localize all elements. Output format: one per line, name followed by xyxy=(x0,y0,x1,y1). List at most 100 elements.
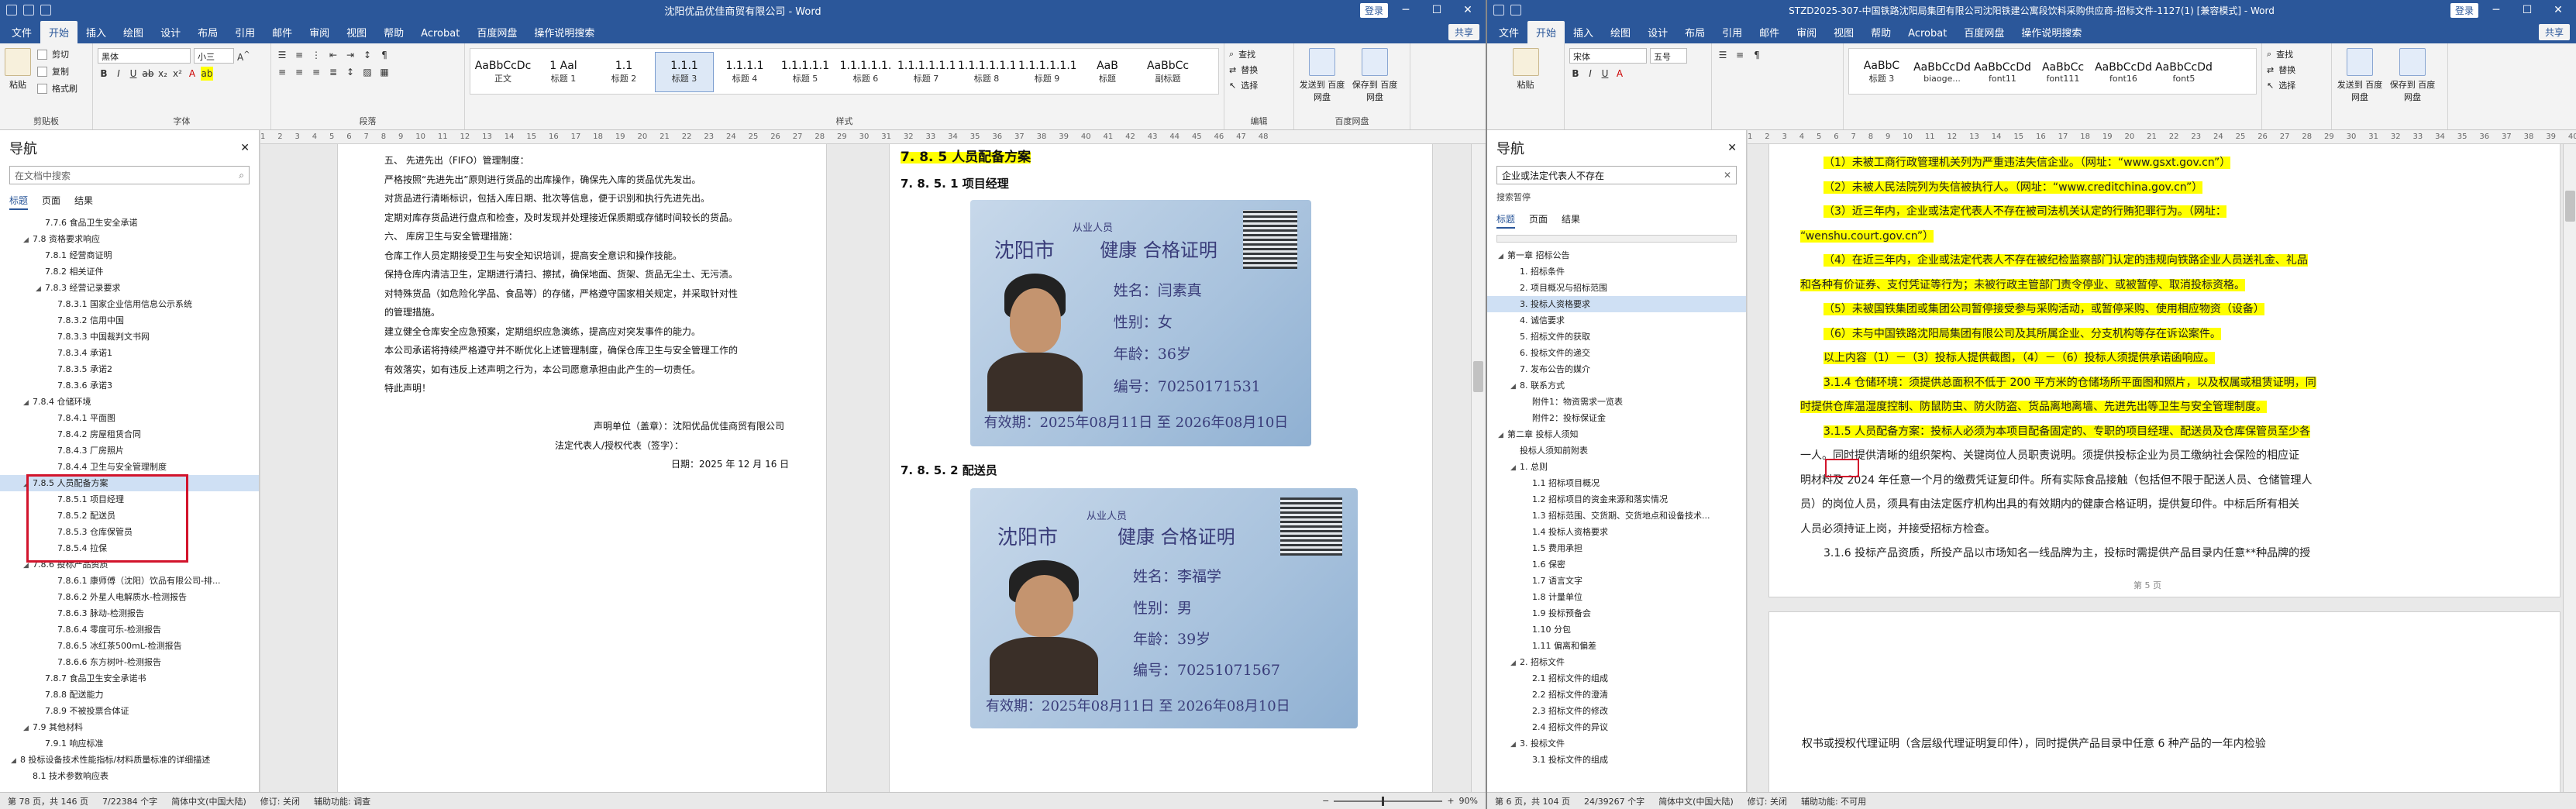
expand-arrow-icon[interactable]: ◢ xyxy=(1510,460,1520,475)
style-item[interactable]: 1.1.1.1.1 标题 5 xyxy=(776,52,835,92)
language[interactable]: 简体中文(中国大陆) xyxy=(1658,795,1734,807)
nav-heading-item[interactable]: 7.8.6.1 康师傅（沈阳）饮品有限公司-排... xyxy=(0,573,259,589)
save-to-baidu-button[interactable]: 保存到 百度网盘 xyxy=(2389,48,2436,115)
style-item[interactable]: 1.1 标题 2 xyxy=(594,52,653,92)
send-to-baidu-button[interactable]: 发送到 百度网盘 xyxy=(2337,48,2383,115)
style-item[interactable]: 1.1.1.1.1.1 标题 8 xyxy=(957,52,1016,92)
accessibility[interactable]: 辅助功能: 调查 xyxy=(314,795,370,807)
maximize-icon[interactable]: ☐ xyxy=(2514,4,2540,16)
paste-button[interactable]: 粘贴 xyxy=(1492,48,1559,91)
style-item[interactable]: 1.1.1.1 标题 4 xyxy=(715,52,774,92)
bold-button[interactable]: B xyxy=(98,67,110,81)
nav-heading-item[interactable]: 1.2 招标项目的资金来源和落实情况 xyxy=(1487,491,1746,508)
style-item[interactable]: 1.1.1.1.1. 标题 6 xyxy=(836,52,895,92)
nav-heading-item[interactable]: 7.8.2 相关证件 xyxy=(0,263,259,280)
ribbon-tab[interactable]: 视图 xyxy=(338,21,375,43)
save-icon[interactable] xyxy=(6,5,17,15)
nav-tab[interactable]: 标题 xyxy=(9,194,29,210)
nav-search-input[interactable]: 企业或法定代表人不存在 ✕ xyxy=(1496,166,1737,184)
nav-tab[interactable]: 页面 xyxy=(42,194,60,210)
send-to-baidu-button[interactable]: 发送到 百度网盘 xyxy=(1299,48,1345,115)
nav-heading-item[interactable]: 2. 项目概况与招标范围 xyxy=(1487,280,1746,296)
ribbon-tab[interactable]: 插入 xyxy=(77,21,115,43)
undo-icon[interactable] xyxy=(1510,5,1521,15)
line-spacing-icon[interactable]: ↕ xyxy=(344,65,356,79)
style-item[interactable]: AaBbC 标题 3 xyxy=(1852,52,1911,92)
style-item[interactable]: AaBbCc font111 xyxy=(2034,52,2092,92)
shading-icon[interactable]: ▨ xyxy=(361,65,374,79)
ribbon-tab[interactable]: 审阅 xyxy=(301,21,338,43)
ribbon-tab[interactable]: 操作说明搜索 xyxy=(525,21,603,43)
nav-heading-item[interactable]: ◢ 3. 投标文件 xyxy=(1487,735,1746,752)
numbering-icon[interactable]: ≡ xyxy=(293,48,305,62)
style-item[interactable]: AaB 标题 xyxy=(1078,52,1137,92)
zoom-in-icon[interactable]: + xyxy=(1447,796,1454,806)
close-nav-icon[interactable]: ✕ xyxy=(1727,142,1737,154)
nav-heading-item[interactable]: 7.8.6.3 脉动-检测报告 xyxy=(0,605,259,621)
expand-arrow-icon[interactable]: ◢ xyxy=(1510,379,1520,394)
replace-button[interactable]: ⇄ 替换 xyxy=(1229,64,1289,76)
nav-heading-item[interactable]: ◢ 2. 招标文件 xyxy=(1487,654,1746,670)
redo-icon[interactable] xyxy=(40,5,51,15)
nav-heading-item[interactable]: 3. 投标人资格要求 xyxy=(1487,296,1746,312)
vertical-scrollbar[interactable] xyxy=(1471,144,1485,792)
save-icon[interactable] xyxy=(1493,5,1504,15)
nav-heading-item[interactable]: 7.8.4.4 卫生与安全管理制度 xyxy=(0,459,259,475)
minimize-icon[interactable]: ─ xyxy=(2483,4,2509,16)
nav-heading-item[interactable]: 7.8.7 食品卫生安全承诺书 xyxy=(0,670,259,687)
expand-arrow-icon[interactable]: ◢ xyxy=(1510,656,1520,670)
align-right-icon[interactable]: ≡ xyxy=(310,65,322,79)
close-nav-icon[interactable]: ✕ xyxy=(240,142,250,154)
select-button[interactable]: ↖ 选择 xyxy=(2267,79,2326,91)
format-painter-button[interactable]: 格式刷 xyxy=(37,82,77,95)
style-item[interactable]: 1.1.1 标题 3 xyxy=(655,52,714,92)
search-icon[interactable]: ⌕ xyxy=(239,170,244,181)
nav-heading-item[interactable]: 7.8.9 不被投票合体证 xyxy=(0,703,259,719)
paste-button[interactable]: 粘贴 xyxy=(5,48,31,115)
underline-button[interactable]: U xyxy=(1599,67,1611,81)
select-button[interactable]: ↖ 选择 xyxy=(1229,79,1289,91)
font-size-box[interactable]: 小三 xyxy=(194,48,234,64)
nav-heading-item[interactable]: 1.7 语言文字 xyxy=(1487,573,1746,589)
vertical-scrollbar[interactable] xyxy=(2563,144,2576,792)
accessibility[interactable]: 辅助功能: 不可用 xyxy=(1801,795,1866,807)
nav-heading-item[interactable]: 7.8.3.4 承诺1 xyxy=(0,345,259,361)
nav-heading-item[interactable]: 7.8.3.1 国家企业信用信息公示系统 xyxy=(0,296,259,312)
nav-heading-item[interactable]: 7.9.1 响应标准 xyxy=(0,735,259,752)
close-icon[interactable]: ✕ xyxy=(1455,4,1481,16)
nav-heading-item[interactable]: ◢ 第二章 投标人须知 xyxy=(1487,426,1746,442)
ribbon-tab[interactable]: 绘图 xyxy=(1602,21,1639,43)
page-count[interactable]: 第 78 页，共 146 页 xyxy=(8,795,88,807)
grow-font-icon[interactable]: A^ xyxy=(237,48,250,63)
nav-heading-item[interactable]: ◢ 7.8.4 仓储环境 xyxy=(0,394,259,410)
login-button[interactable]: 登录 xyxy=(1359,2,1388,18)
zoom-control[interactable]: − +90% xyxy=(1322,796,1478,806)
justify-icon[interactable]: ≣ xyxy=(327,65,339,79)
nav-heading-item[interactable]: ◢ 1. 总则 xyxy=(1487,459,1746,475)
maximize-icon[interactable]: ☐ xyxy=(1424,4,1450,16)
font-name-box[interactable]: 宋体 xyxy=(1569,48,1647,64)
nav-heading-item[interactable]: 1.10 分包 xyxy=(1487,621,1746,638)
ribbon-tab[interactable]: 绘图 xyxy=(115,21,152,43)
style-item[interactable]: AaBbCcDd font16 xyxy=(2094,52,2153,92)
highlight-button[interactable]: ab xyxy=(201,67,213,81)
style-item[interactable]: 1.1.1.1.1.1 标题 7 xyxy=(897,52,956,92)
nav-heading-item[interactable]: 7.8.4.3 厂房照片 xyxy=(0,442,259,459)
expand-arrow-icon[interactable]: ◢ xyxy=(1498,428,1507,442)
style-item[interactable]: 1.1.1.1.1.1 标题 9 xyxy=(1018,52,1076,92)
italic-button[interactable]: I xyxy=(1584,67,1596,81)
multilevel-icon[interactable]: ⋮ xyxy=(310,48,322,62)
nav-tab[interactable]: 结果 xyxy=(1562,212,1580,229)
nav-heading-item[interactable]: 1.4 投标人资格要求 xyxy=(1487,524,1746,540)
nav-heading-item[interactable]: 3.1 投标文件的组成 xyxy=(1487,752,1746,768)
ribbon-tab[interactable]: 插入 xyxy=(1565,21,1602,43)
underline-button[interactable]: U xyxy=(127,67,139,81)
ribbon-tab[interactable]: Acrobat xyxy=(412,24,468,43)
nav-heading-item[interactable]: 8.1 技术参数响应表 xyxy=(0,768,259,784)
language[interactable]: 简体中文(中国大陆) xyxy=(171,795,246,807)
ribbon-tab[interactable]: 布局 xyxy=(189,21,226,43)
nav-heading-item[interactable]: 4. 诚信要求 xyxy=(1487,312,1746,329)
ribbon-tab[interactable]: 帮助 xyxy=(1862,21,1899,43)
ribbon-tab[interactable]: 引用 xyxy=(1713,21,1751,43)
ribbon-tab[interactable]: 文件 xyxy=(1490,21,1527,43)
